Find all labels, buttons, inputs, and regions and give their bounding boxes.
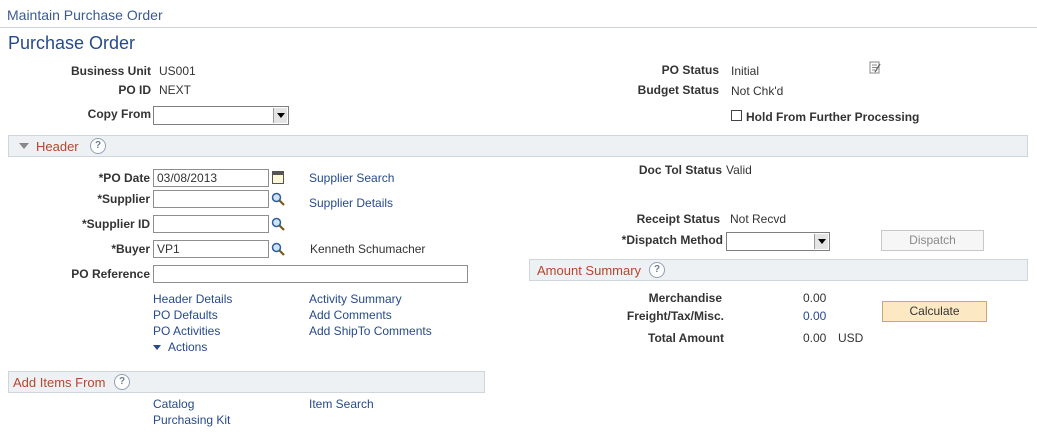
- help-icon[interactable]: ?: [649, 262, 665, 278]
- total-amount-value: 0.00: [803, 331, 827, 345]
- help-icon[interactable]: ?: [90, 138, 106, 154]
- search-icon[interactable]: [271, 242, 285, 256]
- po-date-input[interactable]: [153, 169, 269, 187]
- supplier-id-input[interactable]: [153, 215, 269, 233]
- add-shipto-comments-link[interactable]: Add ShipTo Comments: [309, 324, 432, 338]
- help-icon[interactable]: ?: [114, 374, 130, 390]
- doc-tol-status-value: Valid: [726, 163, 752, 177]
- buyer-label: *Buyer: [111, 242, 150, 256]
- calendar-icon[interactable]: [272, 171, 284, 184]
- header-section-title[interactable]: Header: [36, 139, 79, 154]
- hold-checkbox[interactable]: [731, 110, 742, 121]
- supplier-details-link[interactable]: Supplier Details: [309, 196, 393, 210]
- budget-status-value: Not Chk'd: [731, 84, 784, 98]
- add-comments-link[interactable]: Add Comments: [309, 308, 392, 322]
- actions-triangle-icon[interactable]: [153, 345, 161, 350]
- supplier-id-label: *Supplier ID: [81, 217, 150, 231]
- copy-from-label: Copy From: [87, 107, 151, 121]
- supplier-label: *Supplier: [97, 192, 150, 206]
- po-status-value: Initial: [731, 64, 760, 78]
- amount-summary-title: Amount Summary: [537, 263, 642, 278]
- po-id-label: PO ID: [118, 83, 151, 97]
- header-section-bar[interactable]: Header ?: [8, 135, 1028, 157]
- receipt-status-label: Receipt Status: [636, 212, 720, 226]
- actions-link[interactable]: Actions: [168, 340, 207, 354]
- total-amount-label: Total Amount: [648, 331, 724, 345]
- po-reference-input[interactable]: [153, 265, 468, 283]
- add-items-title: Add Items From: [13, 375, 106, 390]
- breadcrumb: Maintain Purchase Order: [7, 7, 163, 23]
- doc-tol-status-label: Doc Tol Status: [638, 163, 722, 177]
- search-icon[interactable]: [271, 217, 285, 231]
- business-unit-value: US001: [159, 64, 196, 78]
- chevron-down-icon[interactable]: [273, 108, 287, 123]
- collapse-triangle-icon[interactable]: [19, 143, 29, 149]
- edit-note-icon[interactable]: [869, 61, 881, 74]
- po-status-label: PO Status: [661, 63, 719, 77]
- hold-label: Hold From Further Processing: [746, 110, 920, 124]
- freight-value-link[interactable]: 0.00: [803, 309, 826, 323]
- header-details-link[interactable]: Header Details: [153, 292, 232, 306]
- dispatch-method-label: *Dispatch Method: [621, 233, 723, 247]
- po-activities-link[interactable]: PO Activities: [153, 324, 220, 338]
- freight-label: Freight/Tax/Misc.: [626, 309, 724, 323]
- item-search-link[interactable]: Item Search: [309, 397, 374, 411]
- copy-from-select[interactable]: [153, 106, 289, 125]
- po-date-label: *PO Date: [98, 171, 150, 185]
- budget-status-label: Budget Status: [637, 83, 719, 97]
- chevron-down-icon[interactable]: [814, 234, 828, 249]
- supplier-search-link[interactable]: Supplier Search: [309, 171, 394, 185]
- search-icon[interactable]: [271, 192, 285, 206]
- purchasing-kit-link[interactable]: Purchasing Kit: [153, 413, 230, 427]
- currency-code: USD: [838, 331, 864, 345]
- dispatch-button[interactable]: Dispatch: [881, 230, 984, 251]
- title-divider: [0, 27, 1037, 28]
- supplier-input[interactable]: [153, 190, 269, 208]
- po-defaults-link[interactable]: PO Defaults: [153, 308, 218, 322]
- business-unit-label: Business Unit: [70, 64, 151, 78]
- merchandise-label: Merchandise: [648, 291, 722, 305]
- amount-summary-bar: Amount Summary ?: [529, 259, 1028, 281]
- page-title: Purchase Order: [8, 33, 136, 53]
- add-items-bar: Add Items From ?: [8, 371, 485, 393]
- buyer-name: Kenneth Schumacher: [310, 242, 426, 256]
- calculate-button[interactable]: Calculate: [882, 301, 987, 322]
- merchandise-value: 0.00: [803, 291, 827, 305]
- catalog-link[interactable]: Catalog: [153, 397, 194, 411]
- po-reference-label: PO Reference: [71, 267, 150, 281]
- receipt-status-value: Not Recvd: [730, 212, 787, 226]
- po-id-value: NEXT: [159, 83, 192, 97]
- dispatch-method-select[interactable]: [726, 232, 830, 251]
- activity-summary-link[interactable]: Activity Summary: [309, 292, 402, 306]
- buyer-input[interactable]: [153, 240, 269, 258]
